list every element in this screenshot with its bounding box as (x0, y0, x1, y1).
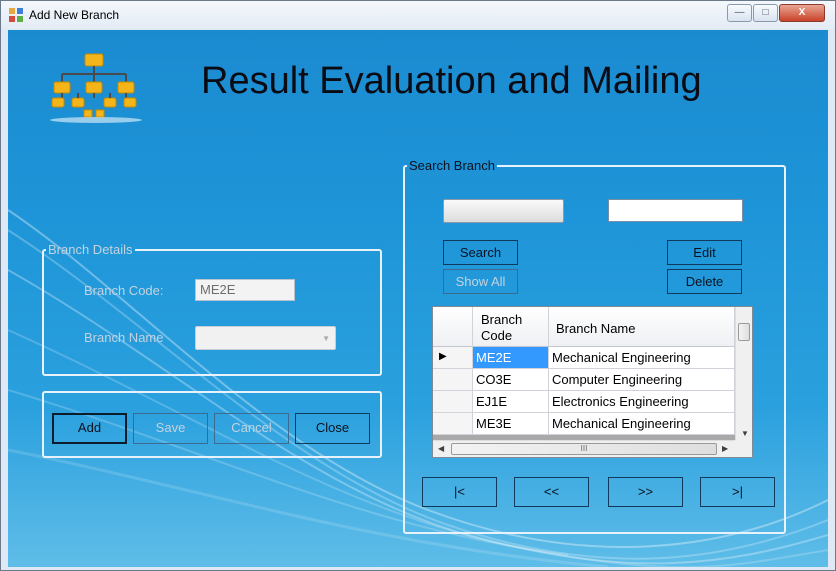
grid-corner-header (433, 307, 473, 347)
column-header-branch-name[interactable]: Branch Name (549, 307, 735, 347)
scroll-right-icon[interactable]: ▶ (722, 444, 728, 453)
save-button[interactable]: Save (133, 413, 208, 444)
show-all-button[interactable]: Show All (443, 269, 518, 294)
row-header[interactable] (433, 413, 473, 435)
table-cell-name[interactable]: Computer Engineering (549, 369, 735, 391)
branch-code-field[interactable]: ME2E (195, 279, 295, 301)
horizontal-scrollbar[interactable]: ◀ III ▶ (433, 440, 735, 457)
delete-button[interactable]: Delete (667, 269, 742, 294)
vertical-scrollbar[interactable]: ▼ (735, 307, 752, 440)
row-header[interactable] (433, 391, 473, 413)
scroll-down-icon[interactable]: ▼ (741, 429, 749, 438)
table-cell-name[interactable]: Mechanical Engineering (549, 413, 735, 435)
page-title: Result Evaluation and Mailing (201, 60, 702, 102)
window-title: Add New Branch (29, 8, 120, 22)
org-chart-logo-icon (50, 53, 142, 123)
table-cell-code[interactable]: EJ1E (473, 391, 549, 413)
vertical-scroll-thumb[interactable] (738, 323, 750, 341)
add-branch-window: Add New Branch — □ X Result Evaluation a… (0, 0, 836, 571)
branch-details-group: Branch Details (42, 242, 382, 376)
app-icon (9, 8, 23, 22)
first-record-button[interactable]: |< (422, 477, 497, 507)
branch-code-label: Branch Code: (84, 283, 164, 298)
edit-button[interactable]: Edit (667, 240, 742, 265)
close-window-button[interactable]: X (779, 4, 825, 22)
table-cell-name[interactable]: Electronics Engineering (549, 391, 735, 413)
minimize-button[interactable]: — (727, 4, 752, 22)
row-header[interactable]: ▶ (433, 347, 473, 369)
add-button[interactable]: Add (52, 413, 127, 444)
title-bar[interactable]: Add New Branch — □ X (1, 1, 835, 29)
search-input[interactable] (608, 199, 743, 222)
row-header[interactable] (433, 369, 473, 391)
search-field-dropdown[interactable] (443, 199, 564, 223)
close-button[interactable]: Close (295, 413, 370, 444)
maximize-button[interactable]: □ (753, 4, 778, 22)
previous-record-button[interactable]: << (514, 477, 589, 507)
branch-grid[interactable]: Branch Code Branch Name ▶ ME2E Mechanica… (432, 306, 753, 458)
table-cell-name[interactable]: Mechanical Engineering (549, 347, 735, 369)
branch-name-label: Branch Name (84, 330, 164, 345)
column-header-branch-code[interactable]: Branch Code (473, 307, 549, 347)
current-row-arrow-icon: ▶ (439, 351, 447, 362)
branch-name-dropdown[interactable]: ▼ (195, 326, 336, 350)
table-cell-code[interactable]: CO3E (473, 369, 549, 391)
horizontal-scroll-thumb[interactable]: III (451, 443, 717, 455)
chevron-down-icon: ▼ (322, 334, 330, 343)
search-branch-legend: Search Branch (409, 158, 495, 173)
cancel-button[interactable]: Cancel (214, 413, 289, 444)
branch-details-legend: Branch Details (48, 242, 133, 257)
last-record-button[interactable]: >| (700, 477, 775, 507)
search-button[interactable]: Search (443, 240, 518, 265)
scroll-left-icon[interactable]: ◀ (438, 444, 444, 453)
table-cell-code[interactable]: ME3E (473, 413, 549, 435)
scrollbar-corner (735, 440, 752, 457)
client-area: Result Evaluation and Mailing Branch Det… (8, 30, 828, 567)
table-cell-code[interactable]: ME2E (473, 347, 549, 369)
next-record-button[interactable]: >> (608, 477, 683, 507)
